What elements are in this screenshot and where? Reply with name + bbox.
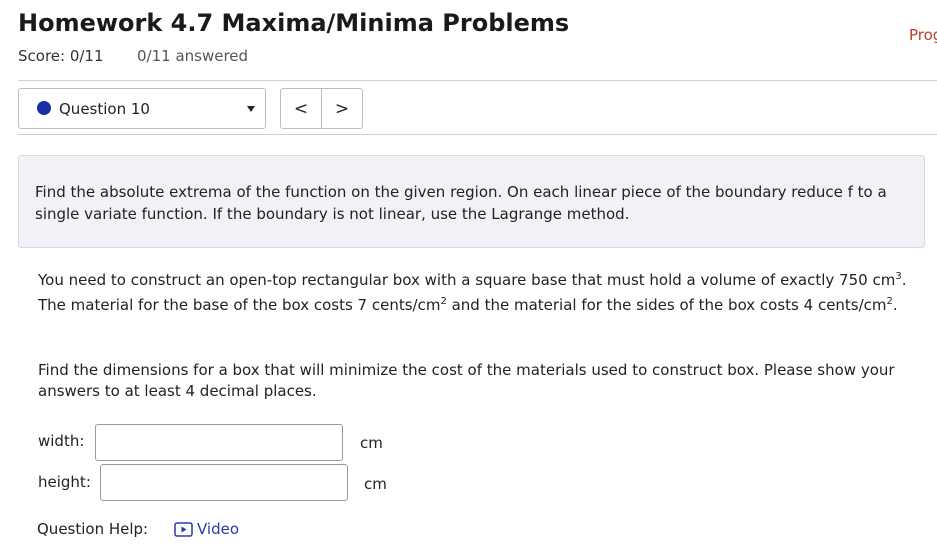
divider — [18, 134, 937, 135]
score-text: Score: 0/11 — [18, 47, 104, 65]
video-help-link[interactable]: Video — [174, 520, 239, 538]
question-select-label: Question 10 — [59, 100, 150, 118]
problem-text: You need to construct an open-top rectan… — [38, 271, 896, 289]
question-help-label: Question Help: — [37, 520, 149, 538]
divider — [18, 80, 937, 81]
height-label: height: — [38, 473, 91, 491]
question-nav-group: < > — [280, 88, 363, 129]
prev-question-button[interactable]: < — [281, 89, 321, 128]
width-input[interactable] — [95, 424, 343, 461]
problem-statement: You need to construct an open-top rectan… — [38, 268, 913, 318]
problem-text: . — [892, 296, 898, 314]
problem-question: Find the dimensions for a box that will … — [38, 361, 895, 400]
next-question-button[interactable]: > — [321, 89, 362, 128]
instructions-text: Find the absolute extrema of the functio… — [35, 183, 887, 223]
video-label: Video — [197, 520, 240, 538]
question-select[interactable]: Question 10 — [18, 88, 266, 129]
caret-down-icon — [247, 106, 255, 112]
video-play-icon — [174, 521, 193, 537]
height-input[interactable] — [100, 464, 348, 501]
width-unit: cm — [360, 434, 383, 452]
answered-count: 0/11 answered — [137, 47, 249, 65]
problem-text: and the material for the sides of the bo… — [446, 296, 887, 314]
instructions-box: Find the absolute extrema of the functio… — [18, 155, 925, 248]
progress-link[interactable]: Prog — [909, 26, 937, 44]
width-label: width: — [38, 432, 85, 450]
question-status-dot — [37, 101, 51, 115]
height-unit: cm — [364, 475, 387, 493]
page-title: Homework 4.7 Maxima/Minima Problems — [18, 9, 570, 37]
